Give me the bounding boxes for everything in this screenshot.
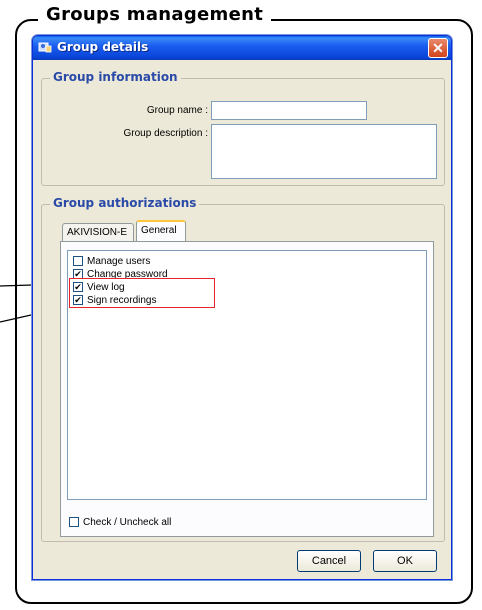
highlight-box (69, 278, 215, 308)
group-window-icon (38, 42, 52, 53)
list-item-manage-users[interactable]: Manage users (73, 255, 150, 267)
tab-general[interactable]: General (136, 220, 186, 241)
general-tab-panel: Manage users ✔ Change password ✔ View lo… (60, 241, 434, 537)
manage-users-label: Manage users (87, 255, 151, 267)
group-information-legend: Group information (50, 70, 181, 84)
close-icon: ✕ (432, 40, 444, 56)
ok-button[interactable]: OK (373, 550, 437, 572)
permissions-list[interactable]: Manage users ✔ Change password ✔ View lo… (67, 250, 427, 500)
frame-title: Groups management (38, 4, 272, 25)
window-title: Group details (57, 40, 149, 54)
cancel-button[interactable]: Cancel (297, 550, 361, 572)
manage-users-checkbox[interactable] (73, 256, 83, 266)
close-button[interactable]: ✕ (428, 38, 448, 58)
group-information-box: Group information Group name : Group des… (41, 70, 445, 186)
group-description-input[interactable] (211, 124, 437, 179)
group-details-window: Group details ✕ Group information Group … (32, 35, 452, 580)
group-name-input[interactable] (211, 101, 367, 120)
group-name-label: Group name : (146, 105, 208, 116)
group-description-label: Group description : (123, 128, 209, 139)
group-authorizations-box: Group authorizations AKIVISION-E General… (41, 196, 445, 542)
tab-akivision-e[interactable]: AKIVISION-E (62, 223, 134, 241)
title-bar[interactable]: Group details ✕ (33, 36, 451, 60)
group-authorizations-legend: Group authorizations (50, 196, 200, 210)
check-uncheck-all-label: Check / Uncheck all (83, 516, 172, 528)
check-uncheck-all-checkbox[interactable] (69, 517, 79, 527)
check-uncheck-all[interactable]: Check / Uncheck all (69, 516, 171, 528)
